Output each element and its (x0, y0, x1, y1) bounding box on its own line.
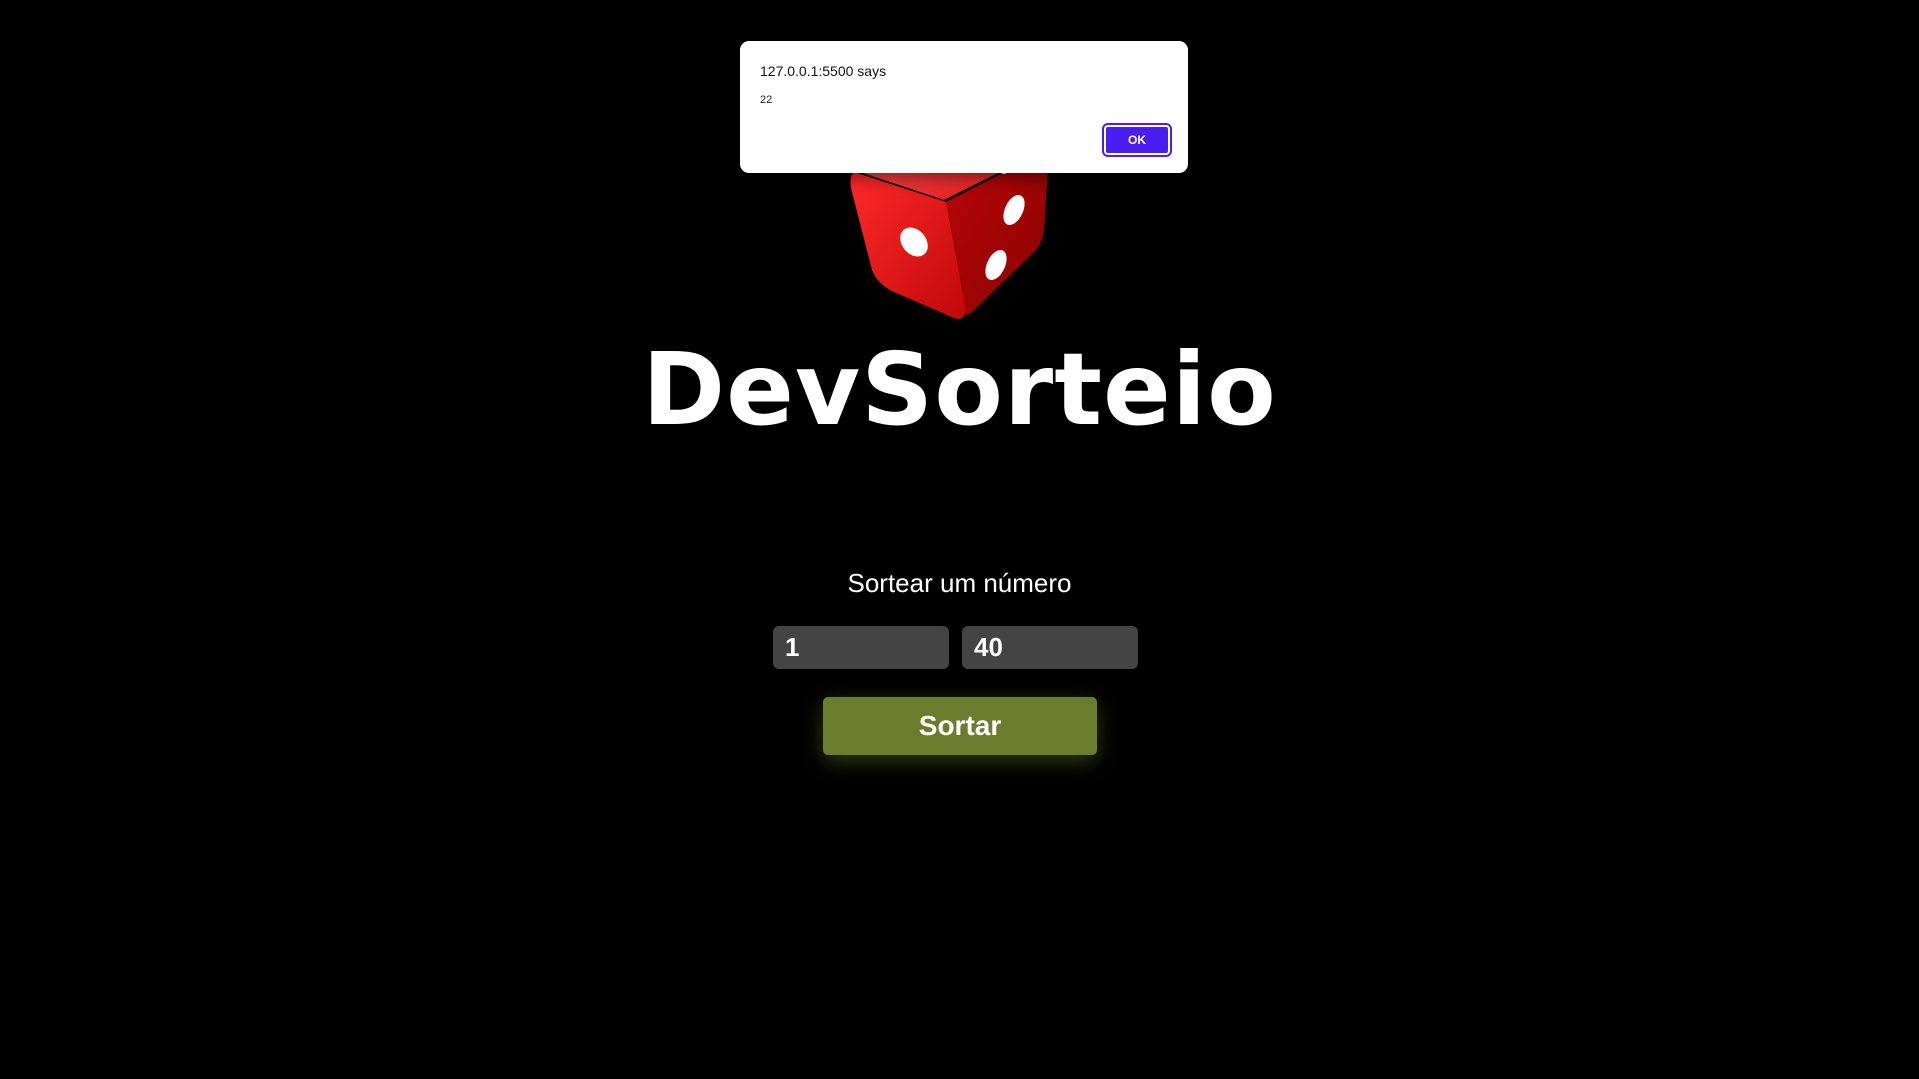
page-title: DevSorteio (642, 331, 1277, 448)
min-number-input[interactable] (773, 626, 949, 669)
page-subtitle: Sortear um número (847, 568, 1072, 598)
alert-message: 22 (760, 94, 773, 106)
sort-button[interactable]: Sortar (823, 697, 1097, 755)
alert-origin: 127.0.0.1:5500 says (760, 63, 887, 79)
alert-dialog: 127.0.0.1:5500 says 22 OK (740, 41, 1188, 173)
max-number-input[interactable] (962, 626, 1138, 669)
page: DevSorteio Sortear um número Sortar 127.… (0, 0, 1919, 1079)
range-inputs (773, 626, 1138, 669)
alert-ok-button[interactable]: OK (1102, 123, 1172, 157)
